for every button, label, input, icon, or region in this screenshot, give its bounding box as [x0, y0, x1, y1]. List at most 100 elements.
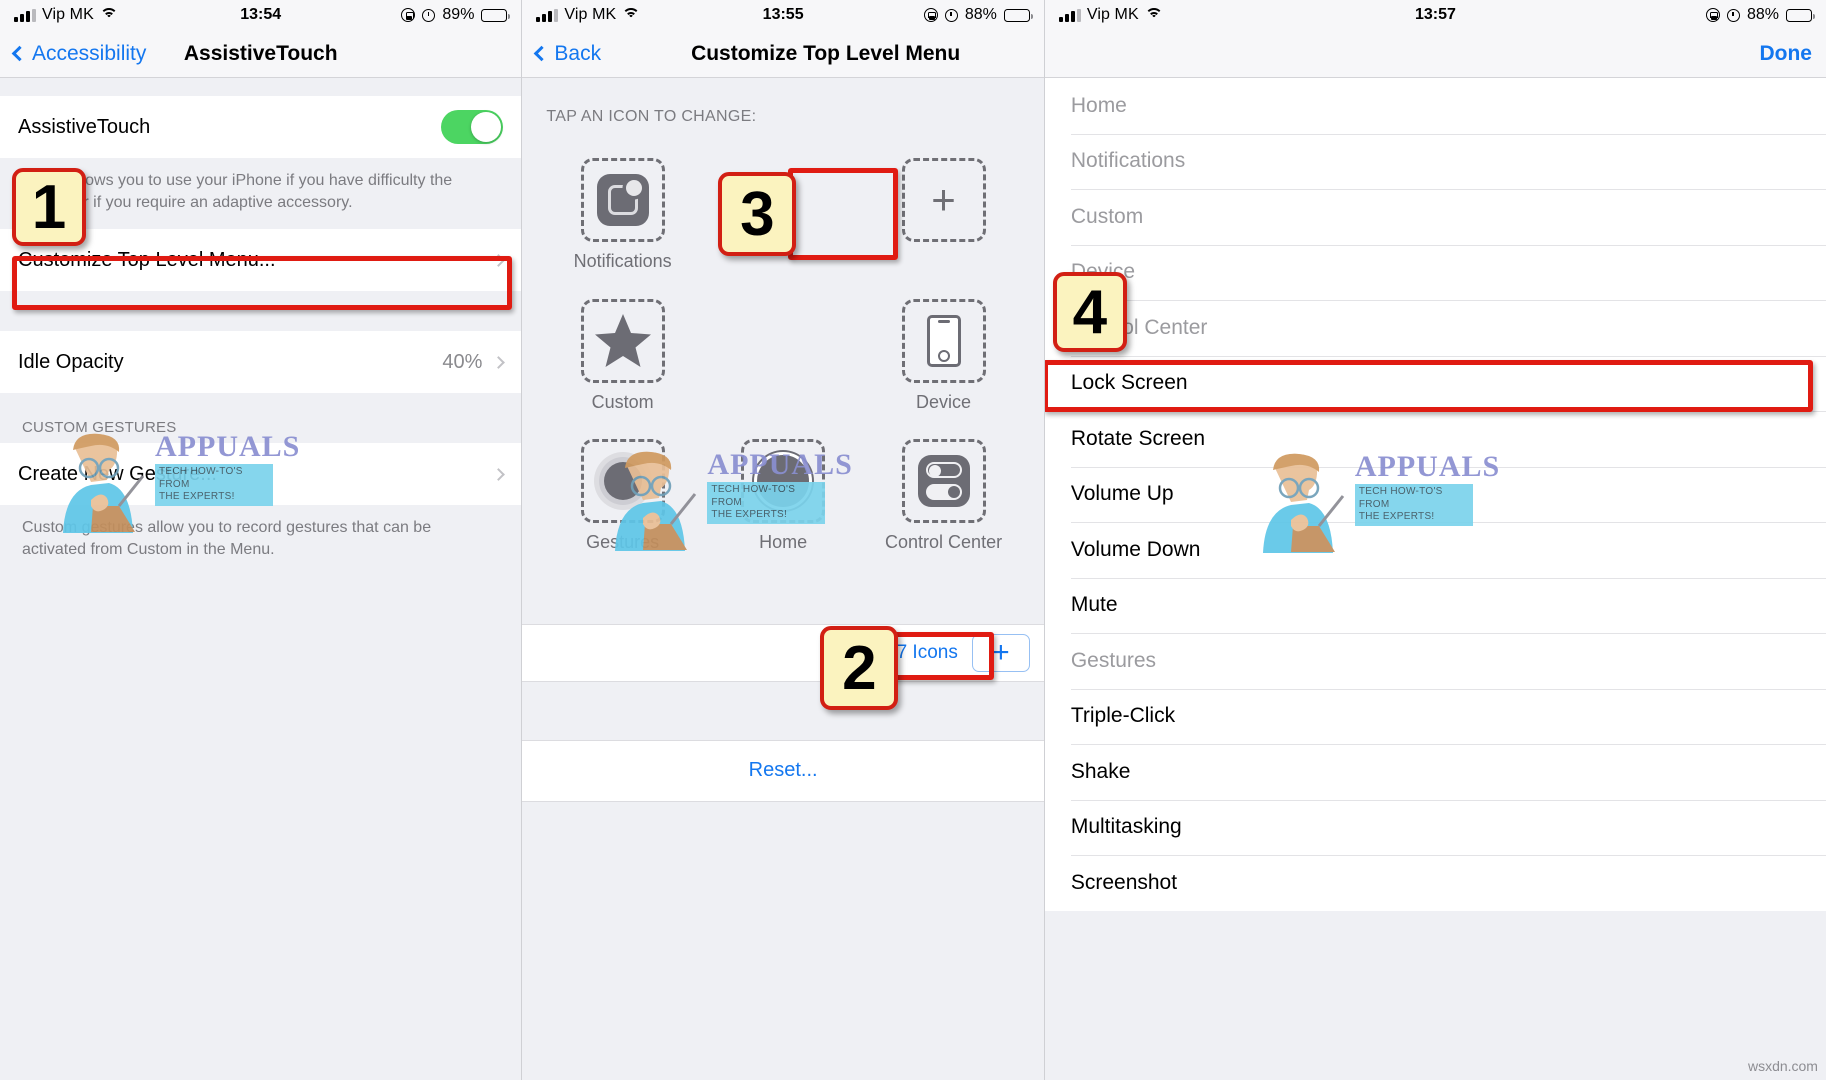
screen-icon-action-picker: Vip MK 13:57 88% Done Home Notifications… [1044, 0, 1826, 1080]
icon-grid-row: Gestures Home Control Center [542, 423, 1023, 564]
assistivetouch-label: AssistiveTouch [18, 115, 151, 138]
icon-grid-row: Custom Device [542, 283, 1023, 424]
list-item[interactable]: Control Center [1044, 300, 1826, 356]
list-item-label: Volume Up [1070, 482, 1174, 506]
back-button-accessibility[interactable]: Accessibility [11, 41, 147, 66]
alarm-clock-icon [944, 8, 958, 22]
reset-button[interactable]: Reset... [522, 739, 1044, 802]
status-bar: Vip MK 13:54 89% [0, 0, 522, 30]
icon-count-row: 7 Icons + [522, 623, 1044, 682]
switch-knob [471, 112, 502, 142]
list-item-label: Volume Down [1070, 537, 1201, 561]
icon-cell-home[interactable]: Home [703, 423, 863, 564]
list-item-label: Notifications [1070, 149, 1186, 173]
custom-gestures-group: Create New Gesture... [0, 443, 522, 506]
list-item[interactable]: Notifications [1044, 133, 1826, 189]
page-title: Customize Top Level Menu [691, 41, 961, 65]
icon-cell-control-center[interactable]: Control Center [863, 423, 1023, 564]
list-item[interactable]: Screenshot [1044, 855, 1826, 911]
clock-label: 13:55 [762, 6, 804, 23]
back-button-label: Back [554, 41, 602, 65]
icon-slot[interactable] [580, 158, 665, 242]
icon-label: Gestures [586, 532, 660, 553]
list-item[interactable]: Volume Down [1044, 522, 1826, 578]
list-item[interactable]: Home [1044, 78, 1826, 134]
nav-bar: Accessibility AssistiveTouch [0, 30, 522, 78]
icon-cell-gestures[interactable]: Gestures [542, 423, 702, 564]
nav-bar: Back Customize Top Level Menu [522, 30, 1044, 78]
icon-slot[interactable] [741, 439, 826, 524]
notifications-icon [596, 174, 649, 226]
row-create-new-gesture[interactable]: Create New Gesture... [0, 443, 522, 506]
add-icon-slot[interactable]: + [901, 158, 986, 242]
control-center-icon [917, 455, 970, 508]
screen-assistivetouch-settings: Vip MK 13:54 89% Accessibility Assistive… [0, 0, 522, 1080]
status-bar: Vip MK 13:57 88% [1044, 0, 1826, 30]
icon-slot[interactable] [580, 439, 665, 524]
icon-cell-notifications[interactable]: Notifications [542, 142, 702, 283]
list-item[interactable]: Shake [1044, 744, 1826, 800]
list-item-lock-screen[interactable]: Lock Screen [1044, 355, 1826, 411]
icon-label: Control Center [885, 532, 1003, 553]
list-item-label: Home [1070, 93, 1127, 117]
nav-bar: Done [1044, 30, 1826, 78]
list-item[interactable]: Multitasking [1044, 799, 1826, 855]
action-picker-list: Home Notifications Custom Device Control… [1044, 78, 1826, 911]
icon-slot[interactable] [901, 439, 986, 524]
list-item-label: Triple-Click [1070, 704, 1176, 728]
chevron-right-icon [492, 355, 506, 369]
list-item[interactable]: Rotate Screen [1044, 411, 1826, 467]
star-icon [594, 313, 651, 367]
annotation-badge-4: 4 [1052, 272, 1127, 352]
assistivetouch-toggle-group: AssistiveTouch [0, 96, 522, 158]
add-icon-button[interactable]: + [971, 633, 1030, 672]
screen-customize-top-level-menu: Vip MK 13:55 88% Back Customize Top Leve… [522, 0, 1044, 1080]
list-item[interactable]: Mute [1044, 577, 1826, 633]
annotation-badge-2: 2 [820, 626, 899, 710]
list-item[interactable]: Volume Up [1044, 466, 1826, 522]
list-item-label: Lock Screen [1070, 371, 1188, 395]
custom-gestures-footnote: Custom gestures allow you to record gest… [22, 519, 432, 558]
row-idle-opacity[interactable]: Idle Opacity 40% [0, 331, 522, 394]
tap-icon-hint: TAP AN ICON TO CHANGE: [546, 108, 757, 125]
back-button[interactable]: Back [534, 41, 602, 66]
custom-gestures-section-header: CUSTOM GESTURES [22, 419, 177, 437]
icon-cell-custom[interactable]: Custom [542, 283, 702, 424]
icon-count-label[interactable]: 7 Icons [897, 642, 958, 664]
done-button[interactable]: Done [1759, 42, 1812, 66]
rotation-lock-icon [1705, 8, 1720, 22]
icon-label: Custom [591, 391, 654, 412]
chevron-right-icon [492, 253, 506, 267]
icon-cell-device[interactable]: Device [863, 283, 1023, 424]
status-bar: Vip MK 13:55 88% [522, 0, 1044, 30]
list-item[interactable]: Gestures [1044, 633, 1826, 689]
icon-slot[interactable] [901, 298, 986, 383]
list-item[interactable]: Custom [1044, 189, 1826, 245]
assistivetouch-switch[interactable] [441, 110, 504, 144]
clock-label: 13:54 [240, 6, 282, 23]
idle-opacity-label: Idle Opacity [18, 350, 124, 373]
list-item[interactable]: Device [1044, 244, 1826, 300]
icon-slot[interactable] [580, 298, 665, 383]
chevron-left-icon [11, 45, 28, 62]
list-item-label: Multitasking [1070, 815, 1182, 839]
chevron-left-icon [534, 45, 550, 62]
alarm-clock-icon [422, 8, 436, 22]
list-item-label: Mute [1070, 593, 1118, 617]
list-item-label: Shake [1070, 759, 1131, 783]
back-button-label: Accessibility [32, 41, 147, 65]
idle-opacity-group: Idle Opacity 40% [0, 331, 522, 394]
device-icon [926, 314, 961, 367]
plus-icon: + [931, 176, 956, 223]
list-item[interactable]: Triple-Click [1044, 688, 1826, 744]
create-new-gesture-label: Create New Gesture... [18, 462, 217, 485]
customize-menu-label: Customize Top Level Menu... [18, 248, 276, 271]
list-item-label: Custom [1070, 204, 1144, 228]
site-watermark: wsxdn.com [1747, 1058, 1818, 1074]
icon-cell-add-slot[interactable]: + [863, 142, 1023, 283]
battery-icon [1003, 8, 1033, 22]
row-assistivetouch-toggle[interactable]: AssistiveTouch [0, 96, 522, 158]
